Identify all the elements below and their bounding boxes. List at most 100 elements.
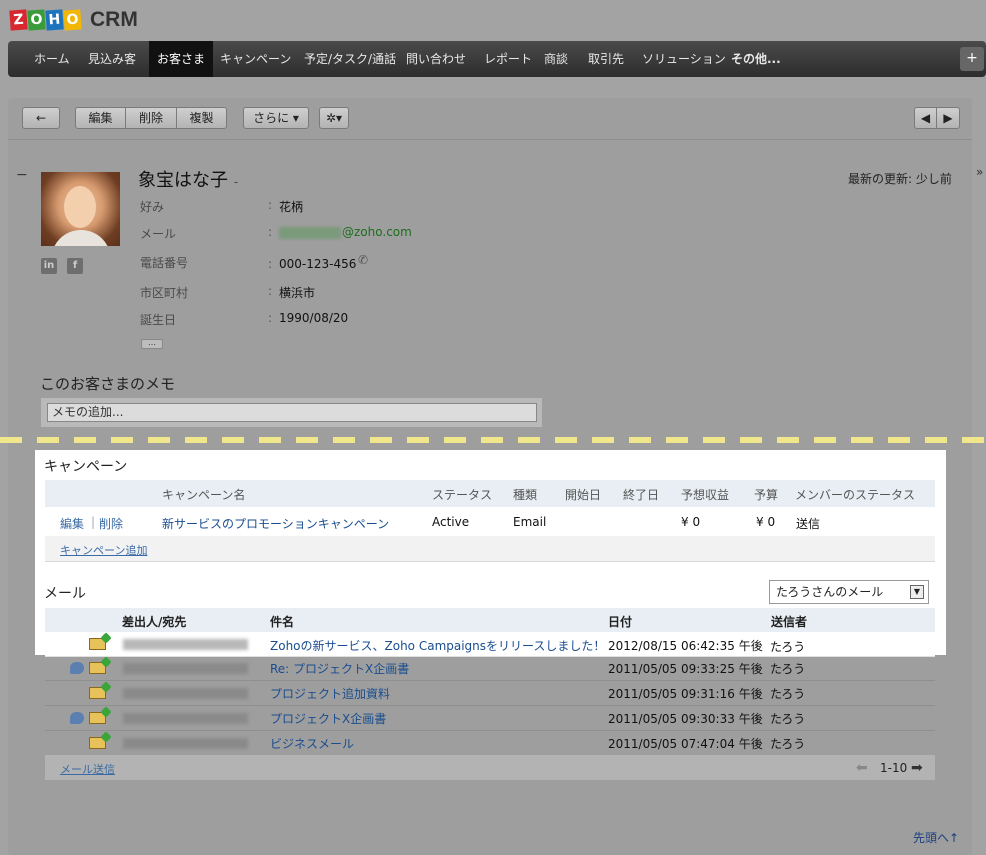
field-value-email[interactable]: @zoho.com <box>279 225 412 239</box>
field-value-city: 横浜市 <box>279 286 316 300</box>
mail-row[interactable]: プロジェクトX企画書 2011/05/05 09:30:33 午後 たろう <box>45 706 935 731</box>
send-mail-link[interactable]: メール送信 <box>60 761 115 777</box>
mail-sent-icon <box>89 687 106 699</box>
back-button[interactable]: ← <box>22 107 60 129</box>
mail-footer <box>45 755 935 780</box>
mail-row[interactable]: Re: プロジェクトX企画書 2011/05/05 09:33:25 午後 たろ… <box>45 656 935 681</box>
mail-sender: たろう <box>770 712 806 726</box>
campaign-section-title: キャンペーン <box>44 459 128 475</box>
mail-subject-link[interactable]: Re: プロジェクトX企画書 <box>270 660 409 677</box>
field-value-phone: 000-123-456 <box>279 257 357 271</box>
masked-email-user <box>279 226 341 239</box>
field-label-city: 市区町村 <box>140 286 189 300</box>
nav-campaigns[interactable]: キャンペーン <box>220 41 291 77</box>
masked-address <box>123 639 248 650</box>
contact-name-text: 象宝はな子 <box>138 170 228 191</box>
add-campaign-link[interactable]: キャンペーン追加 <box>60 542 147 558</box>
mail-sent-icon <box>89 662 106 674</box>
mail-date: 2011/05/05 07:47:04 午後 <box>608 737 763 751</box>
memo-input[interactable]: メモの追加... <box>47 403 537 422</box>
logo-tile-z: Z <box>9 9 28 31</box>
nav-home[interactable]: ホーム <box>34 41 70 77</box>
prev-record-button[interactable]: ◀ <box>915 108 937 128</box>
more-fields-button[interactable]: … <box>141 339 163 349</box>
main-nav: ホーム 見込み客 お客さま キャンペーン 予定/タスク/通話 問い合わせ レポー… <box>8 41 986 77</box>
campaign-action-separator: | <box>91 515 96 529</box>
campaign-add-row <box>45 536 935 562</box>
nav-solutions[interactable]: ソリューション <box>642 41 726 77</box>
mail-sender: たろう <box>770 640 806 654</box>
contact-photo <box>41 172 120 246</box>
nav-activities[interactable]: 予定/タスク/通話 <box>304 41 396 77</box>
mail-col-from-to: 差出人/宛先 <box>122 615 187 629</box>
nav-accounts[interactable]: 取引先 <box>588 41 624 77</box>
next-record-button[interactable]: ▶ <box>937 108 959 128</box>
mail-row[interactable]: プロジェクト追加資料 2011/05/05 09:31:16 午後 たろう <box>45 681 935 706</box>
mail-date: 2011/05/05 09:33:25 午後 <box>608 662 763 676</box>
nav-contacts[interactable]: お客さま <box>149 41 214 77</box>
campaign-col-start: 開始日 <box>565 488 602 502</box>
phone-icon[interactable]: ✆ <box>358 253 368 267</box>
campaign-col-member-status: メンバーのステータス <box>795 488 916 502</box>
campaign-name-link[interactable]: 新サービスのプロモーションキャンペーン <box>162 515 389 532</box>
mail-date: 2011/05/05 09:31:16 午後 <box>608 687 763 701</box>
clone-button[interactable]: 複製 <box>177 108 226 128</box>
edit-button[interactable]: 編集 <box>76 108 126 128</box>
logo-tile-o1: O <box>27 9 46 31</box>
campaign-type: Email <box>513 515 547 529</box>
next-page-icon[interactable]: ➡ <box>911 760 923 776</box>
nav-leads[interactable]: 見込み客 <box>88 41 136 77</box>
mail-filter-value: たろうさんのメール <box>776 585 884 599</box>
field-label-preference: 好み <box>140 200 165 214</box>
campaign-member-status: 送信 <box>796 517 821 531</box>
nav-reports[interactable]: レポート <box>484 41 532 77</box>
campaign-expected-revenue: ¥ 0 <box>681 515 701 529</box>
mail-section-title: メール <box>44 586 86 602</box>
mail-date: 2011/05/05 09:30:33 午後 <box>608 712 763 726</box>
mail-subject-link[interactable]: プロジェクト追加資料 <box>270 685 390 702</box>
mail-subject-link[interactable]: Zohoの新サービス、Zoho Campaignsをリリースしました！ <box>270 637 605 654</box>
campaign-col-status: ステータス <box>432 488 493 502</box>
field-value-birthday: 1990/08/20 <box>279 311 349 325</box>
delete-button[interactable]: 削除 <box>126 108 177 128</box>
collapse-icon[interactable]: − <box>16 167 28 183</box>
campaign-edit-link[interactable]: 編集 <box>60 515 84 532</box>
mail-col-sender: 送信者 <box>771 615 808 629</box>
campaign-col-budget: 予算 <box>754 488 779 502</box>
mail-filter-select[interactable]: たろうさんのメール ▼ <box>769 580 929 604</box>
campaign-col-end: 終了日 <box>623 488 660 502</box>
chevron-down-icon: ▼ <box>910 585 924 599</box>
mail-subject-link[interactable]: ビジネスメール <box>270 735 354 752</box>
masked-address <box>123 688 248 699</box>
nav-deals[interactable]: 商談 <box>544 41 568 77</box>
more-actions-button[interactable]: さらに ▾ <box>243 107 309 129</box>
contact-name-suffix: - <box>233 175 239 189</box>
mail-row[interactable]: ビジネスメール 2011/05/05 07:47:04 午後 たろう <box>45 731 935 756</box>
nav-cases[interactable]: 問い合わせ <box>406 41 466 77</box>
linkedin-icon[interactable]: in <box>41 258 57 274</box>
edit-button-group: 編集 削除 複製 <box>75 107 227 129</box>
back-to-top-link[interactable]: 先頭へ↑ <box>913 829 959 846</box>
campaign-col-name: キャンペーン名 <box>162 488 246 502</box>
mail-row[interactable]: Zohoの新サービス、Zoho Campaignsをリリースしました！ 2012… <box>45 632 935 657</box>
mail-sent-icon <box>89 712 106 724</box>
field-label-phone: 電話番号 <box>140 256 189 270</box>
mail-sent-icon <box>89 737 106 749</box>
nav-more[interactable]: その他... <box>731 41 781 77</box>
campaign-delete-link[interactable]: 削除 <box>99 515 123 532</box>
facebook-icon[interactable]: f <box>67 258 83 274</box>
thread-icon <box>70 662 84 674</box>
mail-pagination: 1-10 <box>880 761 908 775</box>
gear-icon[interactable]: ✲▾ <box>319 107 349 129</box>
prev-page-icon[interactable]: ⬅ <box>856 760 868 776</box>
mail-subject-link[interactable]: プロジェクトX企画書 <box>270 710 386 727</box>
side-panel-toggle-icon[interactable]: » <box>976 165 983 179</box>
logo-tile-o2: O <box>63 9 82 31</box>
field-value-preference: 花柄 <box>279 200 304 214</box>
zoho-crm-logo[interactable]: Z O H O CRM <box>9 8 138 32</box>
masked-address <box>123 738 248 749</box>
nav-add-button[interactable]: + <box>960 47 984 71</box>
logo-product: CRM <box>90 8 138 31</box>
campaign-col-revenue: 予想収益 <box>681 488 730 502</box>
contact-name: 象宝はな子 - <box>138 166 238 192</box>
